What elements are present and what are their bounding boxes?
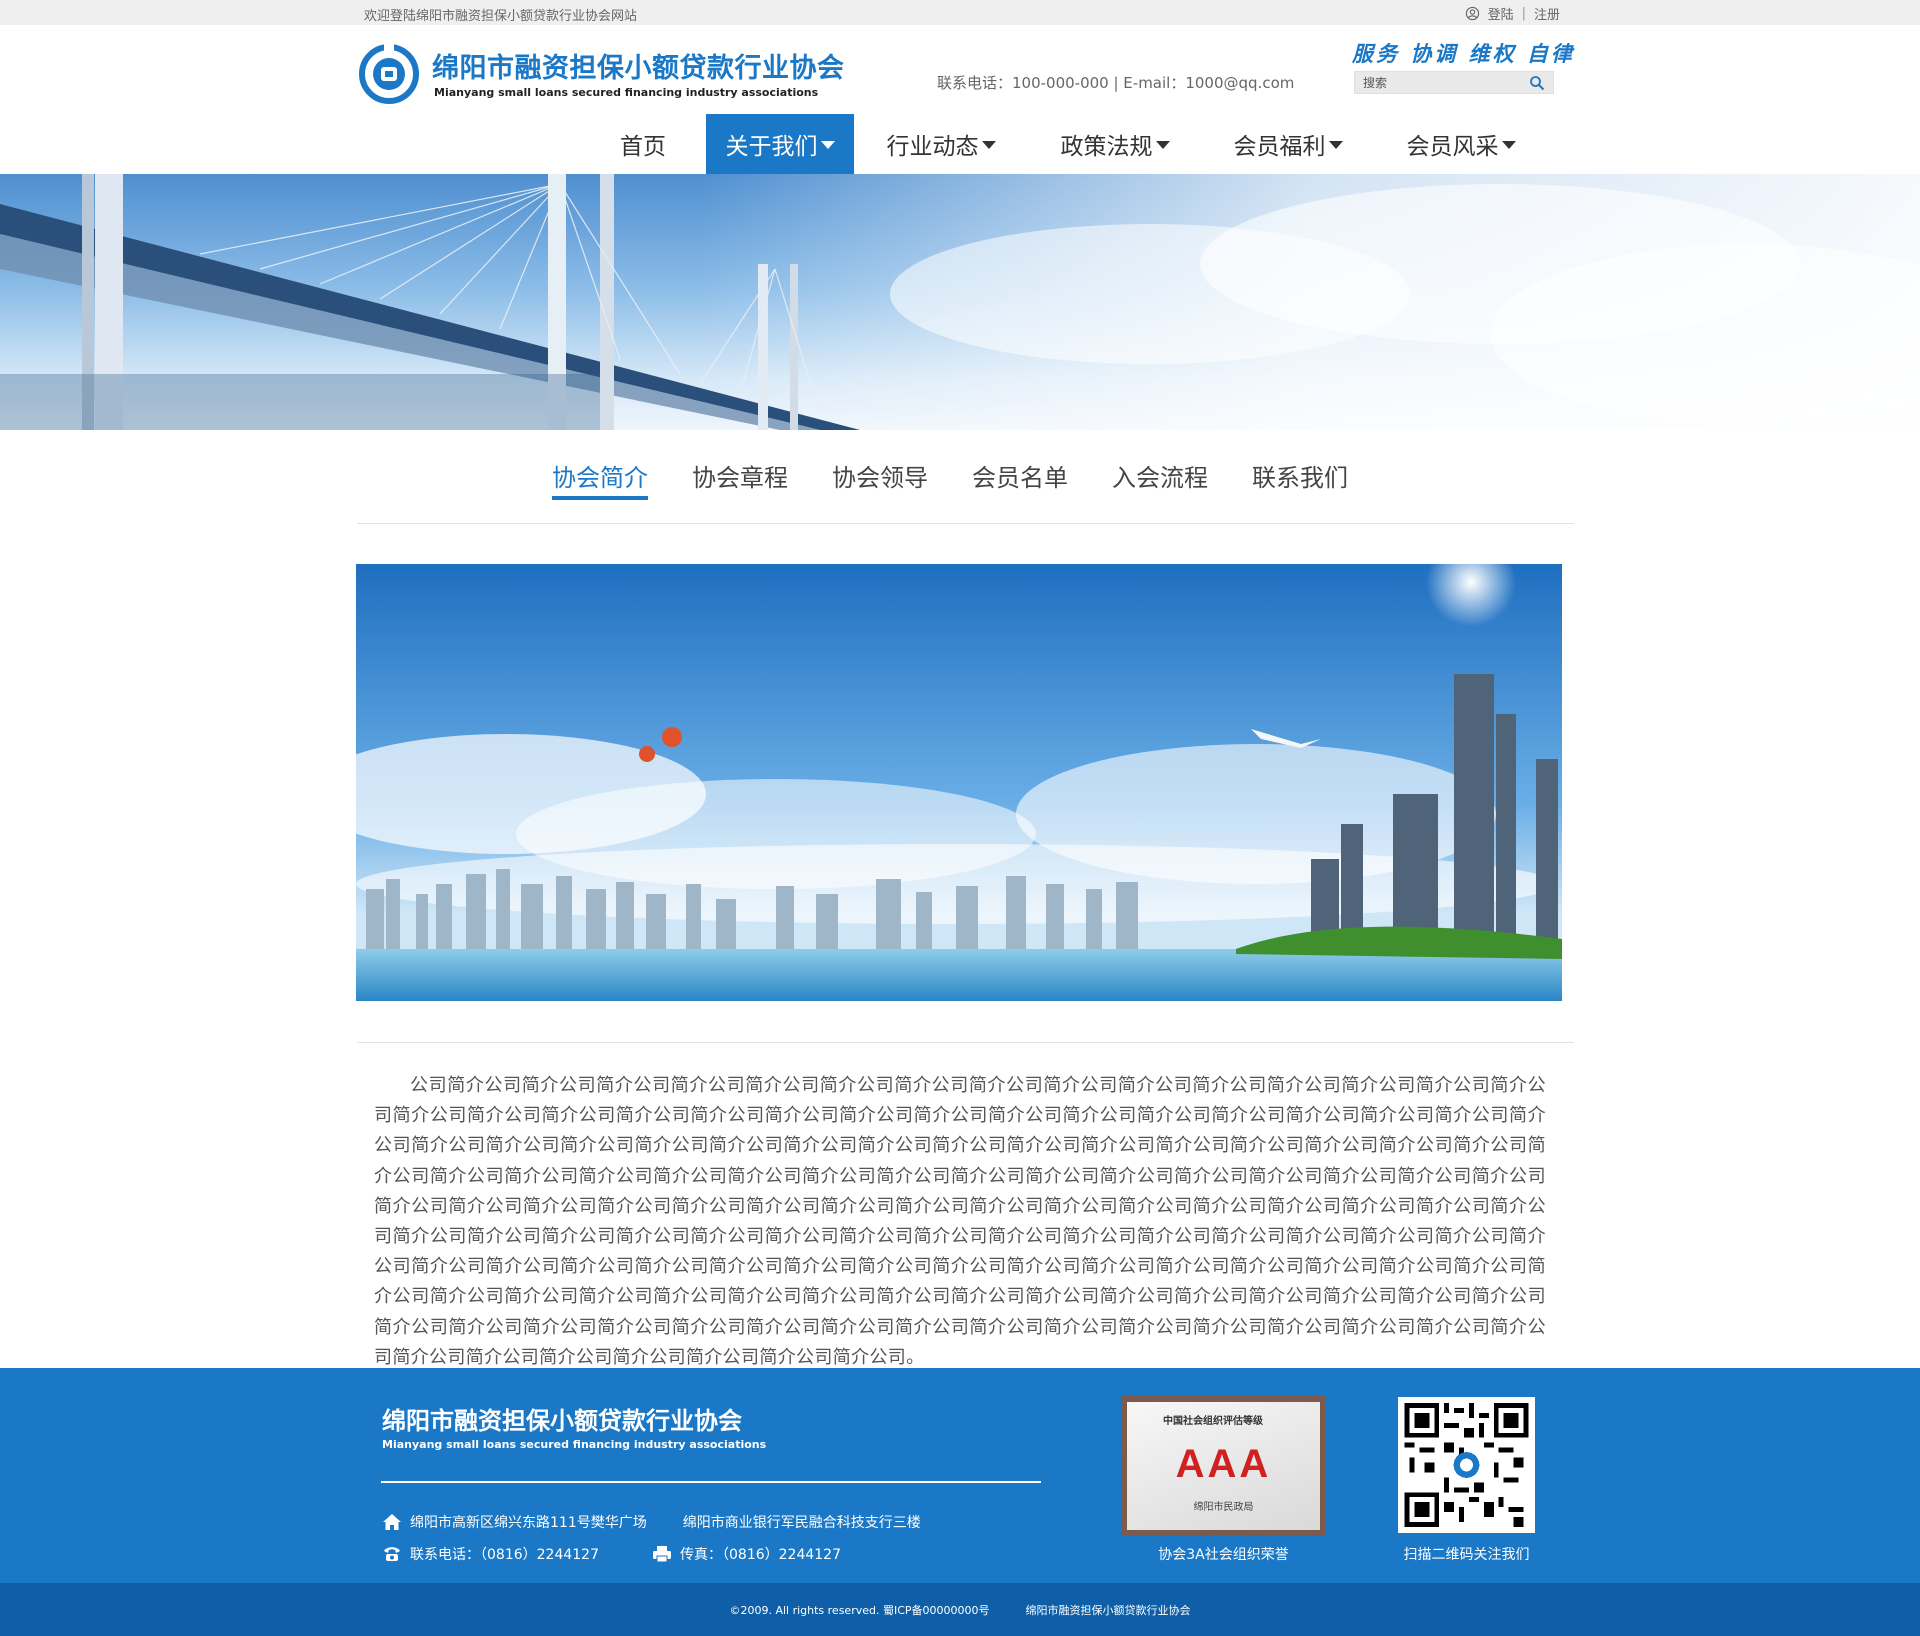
qr-caption: 扫描二维码关注我们 — [1403, 1547, 1530, 1563]
home-icon — [383, 1514, 401, 1530]
slogan: 服务 协调 维权 自律 — [1352, 41, 1575, 66]
search-box — [1354, 71, 1554, 94]
site-title: 绵阳市融资担保小额贷款行业协会 — [432, 53, 845, 84]
nav-label: 会员风采 — [1406, 134, 1499, 160]
address-row: 绵阳市高新区绵兴东路111号樊华广场 绵阳市商业银行军民融合科技支行三楼 — [382, 1512, 921, 1532]
nav-about[interactable]: 关于我们 — [706, 114, 854, 174]
address-line-2: 绵阳市商业银行军民融合科技支行三楼 — [682, 1515, 921, 1531]
article-body: 公司简介公司简介公司简介公司简介公司简介公司简介公司简介公司简介公司简介公司简介… — [374, 1075, 1546, 1368]
award-title: 中国社会组织评估等级 — [1163, 1416, 1263, 1427]
phone-row: 联系电话：（0816）2244127 — [382, 1544, 599, 1564]
tab-leadership[interactable]: 协会领导 — [810, 458, 950, 500]
tab-contact[interactable]: 联系我们 — [1230, 458, 1370, 500]
telephone-icon — [384, 1547, 400, 1561]
caret-down-icon — [1501, 141, 1516, 149]
nav-showcase[interactable]: 会员风采 — [1374, 114, 1548, 174]
tab-charter[interactable]: 协会章程 — [670, 458, 810, 500]
register-link[interactable]: 注册 — [1534, 4, 1560, 23]
user-links: 登陆 | 注册 — [1465, 4, 1560, 23]
caret-down-icon — [820, 141, 835, 149]
caret-down-icon — [1155, 141, 1170, 149]
bridge-illustration — [0, 174, 1920, 430]
main-nav: 首页 关于我们 行业动态 政策法规 会员福利 会员风采 — [580, 114, 1548, 174]
welcome-text: 欢迎登陆绵阳市融资担保小额贷款行业协会网站 — [364, 9, 638, 24]
award-issuer: 绵阳市民政局 — [1193, 1502, 1254, 1513]
site-subtitle: Mianyang small loans secured financing i… — [434, 86, 819, 99]
nav-label: 政策法规 — [1060, 134, 1153, 160]
copyright-text: ©2009. All rights reserved. 蜀ICP备0000000… — [729, 1603, 990, 1617]
caret-down-icon — [981, 141, 996, 149]
tab-join-process[interactable]: 入会流程 — [1090, 458, 1230, 500]
footer-subtitle: Mianyang small loans secured financing i… — [382, 1438, 767, 1451]
address-line-1: 绵阳市高新区绵兴东路111号樊华广场 — [410, 1515, 647, 1531]
copyright-bar: ©2009. All rights reserved. 蜀ICP备0000000… — [0, 1583, 1920, 1636]
fax-row: 传真：（0816）2244127 — [652, 1544, 841, 1564]
footer-title: 绵阳市融资担保小额贷款行业协会 — [382, 1407, 742, 1435]
nav-home[interactable]: 首页 — [580, 114, 706, 174]
hero-banner — [0, 174, 1920, 430]
divider — [381, 1481, 1041, 1483]
phone-number: 联系电话：（0816）2244127 — [410, 1547, 599, 1563]
nav-label: 关于我们 — [725, 134, 818, 160]
search-icon[interactable] — [1529, 75, 1545, 91]
divider — [357, 1042, 1574, 1043]
nav-label: 行业动态 — [886, 134, 979, 160]
qr-code — [1398, 1397, 1535, 1533]
login-link[interactable]: 登陆 — [1488, 4, 1514, 23]
tab-members[interactable]: 会员名单 — [950, 458, 1090, 500]
caret-down-icon — [1328, 141, 1343, 149]
nav-label: 首页 — [620, 134, 666, 160]
user-icon — [1465, 6, 1479, 21]
nav-benefits[interactable]: 会员福利 — [1202, 114, 1374, 174]
nav-label: 会员福利 — [1233, 134, 1326, 160]
top-bar: 欢迎登陆绵阳市融资担保小额贷款行业协会网站 登陆 | 注册 — [0, 0, 1920, 25]
copyright-org: 绵阳市融资担保小额贷款行业协会 — [1025, 1603, 1191, 1617]
footer: 绵阳市融资担保小额贷款行业协会 Mianyang small loans sec… — [0, 1368, 1920, 1583]
search-input[interactable] — [1363, 75, 1523, 91]
award-certificate: 中国社会组织评估等级 AAA 绵阳市民政局 — [1121, 1396, 1326, 1536]
city-skyline-image — [356, 564, 1562, 1001]
tab-intro[interactable]: 协会简介 — [530, 458, 670, 500]
fax-number: 传真：（0816）2244127 — [680, 1547, 841, 1563]
nav-news[interactable]: 行业动态 — [854, 114, 1028, 174]
award-caption: 协会3A社会组织荣誉 — [1158, 1547, 1289, 1563]
contact-info: 联系电话：100-000-000 | E-mail：1000@qq.com — [937, 74, 1295, 92]
award-grade: AAA — [1175, 1442, 1272, 1486]
divider: | — [1521, 6, 1526, 21]
association-logo[interactable] — [358, 42, 420, 104]
divider — [357, 523, 1574, 524]
nav-policy[interactable]: 政策法规 — [1028, 114, 1202, 174]
sub-tabs: 协会简介 协会章程 协会领导 会员名单 入会流程 联系我们 — [530, 458, 1370, 500]
fax-icon — [653, 1546, 671, 1563]
